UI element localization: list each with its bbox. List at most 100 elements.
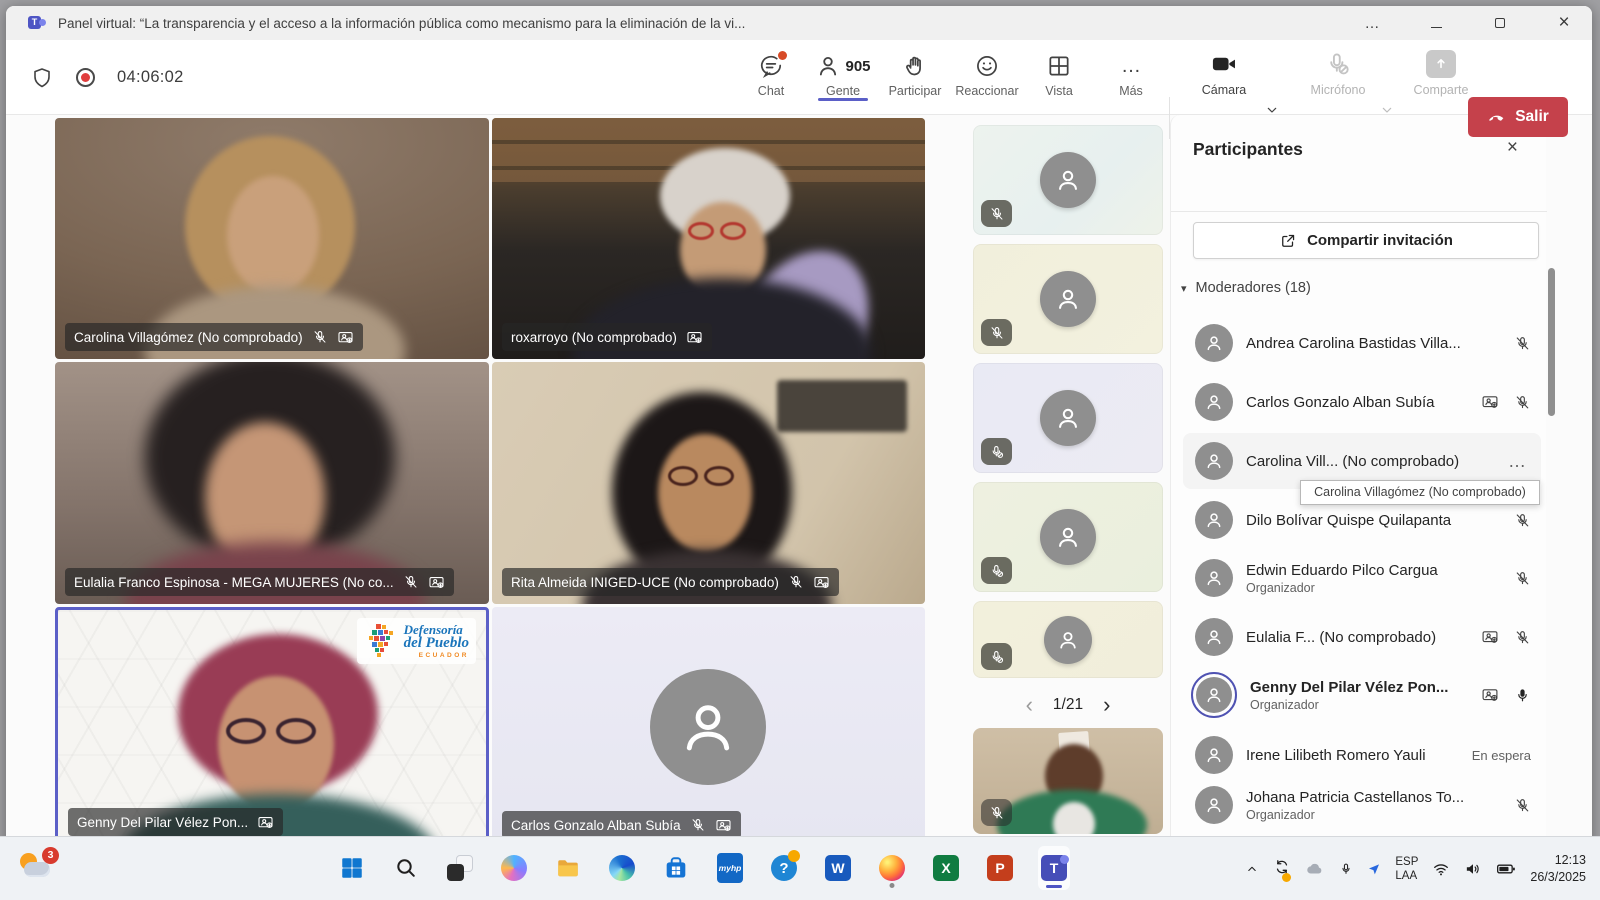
page-prev-icon[interactable]: ‹	[1026, 692, 1033, 718]
search-button[interactable]	[390, 846, 422, 890]
camera-button[interactable]: Cámara	[1191, 50, 1257, 97]
person-icon	[1204, 568, 1224, 588]
start-button[interactable]	[336, 846, 368, 890]
windows-logo-icon	[339, 855, 365, 881]
tab-chat[interactable]: Chat	[735, 48, 807, 98]
attendee-screen-icon	[686, 329, 703, 346]
excel-button[interactable]: X	[930, 846, 962, 890]
task-view-icon	[447, 855, 473, 881]
wifi-icon[interactable]	[1432, 860, 1450, 878]
defensoria-del-pueblo-logo: Defensoría del Pueblo ECUADOR	[357, 618, 476, 664]
tab-gente[interactable]: 905 Gente	[807, 48, 879, 98]
camera-chevron-icon[interactable]	[1264, 102, 1280, 118]
people-count: 905	[845, 58, 870, 75]
myhp-button[interactable]: myhp	[714, 846, 746, 890]
attendee-screen-icon	[428, 574, 445, 591]
filmstrip-tile[interactable]	[973, 125, 1163, 235]
avatar	[1195, 501, 1233, 539]
video-tile-carlos-avatar[interactable]: Carlos Gonzalo Alban Subía	[492, 607, 925, 847]
location-icon[interactable]	[1367, 862, 1381, 876]
page-next-icon[interactable]: ›	[1103, 692, 1110, 718]
raise-hand-icon	[902, 53, 928, 79]
participant-row-speaking[interactable]: Genny Del Pilar Vélez Pon... Organizador	[1183, 667, 1541, 723]
tab-vista[interactable]: Vista	[1023, 48, 1095, 98]
video-tile-eulalia[interactable]: Eulalia Franco Espinosa - MEGA MUJERES (…	[55, 362, 489, 604]
video-tile-rita[interactable]: Rita Almeida INIGED-UCE (No comprobado)	[492, 362, 925, 604]
mic-off-icon	[312, 329, 328, 345]
sync-alert-dot	[1282, 873, 1291, 882]
avatar	[1196, 677, 1232, 713]
person-icon	[1056, 628, 1080, 652]
share-button[interactable]: Comparte	[1406, 50, 1476, 97]
microphone-button[interactable]: Micrófono	[1298, 50, 1378, 97]
participant-row[interactable]: Johana Patricia Castellanos To... Organi…	[1183, 777, 1541, 833]
panel-scrollbar-thumb[interactable]	[1548, 268, 1555, 416]
tab-reaccionar[interactable]: Reaccionar	[951, 48, 1023, 98]
minimize-button[interactable]	[1422, 15, 1450, 32]
tile-name-label: Carolina Villagómez (No comprobado)	[74, 330, 303, 345]
share-invitation-button[interactable]: Compartir invitación	[1193, 222, 1539, 259]
filmstrip-tile[interactable]	[973, 601, 1163, 678]
waiting-status: En espera	[1472, 748, 1531, 763]
tile-name-label: Eulalia Franco Espinosa - MEGA MUJERES (…	[74, 575, 394, 590]
tab-mas[interactable]: … Más	[1095, 48, 1167, 98]
word-button[interactable]: W	[822, 846, 854, 890]
mic-blocked-badge	[981, 438, 1012, 465]
panel-close-icon[interactable]: ×	[1507, 137, 1518, 159]
close-button[interactable]: ×	[1550, 12, 1578, 34]
language-indicator[interactable]: ESP LAA	[1395, 855, 1418, 884]
store-button[interactable]	[660, 846, 692, 890]
edge-button[interactable]	[606, 846, 638, 890]
volume-icon[interactable]	[1464, 860, 1482, 878]
search-icon	[394, 856, 418, 880]
firefox-button[interactable]	[876, 846, 908, 890]
onedrive-cloud-icon[interactable]	[1305, 859, 1325, 879]
person-icon	[1204, 795, 1224, 815]
video-tile-genny-speaking[interactable]: Defensoría del Pueblo ECUADOR Genny Del …	[55, 607, 489, 847]
more-icon: …	[1121, 56, 1141, 76]
mic-off-badge	[981, 799, 1012, 826]
windows-taskbar: 3 myhp ? W X P T	[0, 836, 1600, 900]
participant-row[interactable]: Irene Lilibeth Romero Yauli En espera	[1183, 727, 1541, 783]
battery-icon[interactable]	[1496, 859, 1516, 879]
filmstrip-video-tile[interactable]	[973, 728, 1163, 834]
video-tile-carolina[interactable]: Carolina Villagómez (No comprobado)	[55, 118, 489, 359]
teams-taskbar-button[interactable]: T	[1038, 846, 1070, 890]
leave-button[interactable]: Salir	[1468, 97, 1568, 137]
video-tile-roxarroyo[interactable]: roxarroyo (No comprobado)	[492, 118, 925, 359]
avatar	[1195, 618, 1233, 656]
copilot-button[interactable]	[498, 846, 530, 890]
tray-mic-icon[interactable]	[1339, 862, 1353, 876]
mic-chevron-icon[interactable]	[1379, 102, 1395, 118]
firefox-icon	[879, 855, 905, 881]
title-bar[interactable]: T Panel virtual: “La transparencia y el …	[6, 6, 1592, 40]
row-more-icon[interactable]: …	[1508, 451, 1527, 472]
person-icon	[1054, 523, 1082, 551]
widgets-weather-button[interactable]: 3	[18, 849, 62, 889]
clock[interactable]: 12:13 26/3/2025	[1530, 852, 1586, 886]
participant-row[interactable]: Carlos Gonzalo Alban Subía	[1183, 374, 1541, 430]
filmstrip-tile[interactable]	[973, 363, 1163, 473]
file-explorer-button[interactable]	[552, 846, 584, 890]
speaking-ring	[1191, 672, 1237, 718]
sync-tray-button[interactable]	[1273, 858, 1291, 881]
tab-participar[interactable]: Participar	[879, 48, 951, 98]
person-icon	[1204, 392, 1224, 412]
participant-row[interactable]: Edwin Eduardo Pilco Cargua Organizador	[1183, 550, 1541, 606]
word-icon: W	[825, 855, 851, 881]
task-view-button[interactable]	[444, 846, 476, 890]
get-help-button[interactable]: ?	[768, 846, 800, 890]
name-tooltip: Carolina Villagómez (No comprobado)	[1300, 480, 1540, 505]
powerpoint-button[interactable]: P	[984, 846, 1016, 890]
maximize-button[interactable]	[1486, 15, 1514, 32]
participant-row[interactable]: Eulalia F... (No comprobado)	[1183, 609, 1541, 665]
tray-chevron-up-icon[interactable]	[1245, 862, 1259, 876]
moderators-section-header[interactable]: ▾ Moderadores (18)	[1181, 280, 1311, 296]
teams-app-icon: T	[28, 15, 46, 31]
active-tab-underline	[818, 98, 868, 101]
filmstrip-tile[interactable]	[973, 244, 1163, 354]
filmstrip-tile[interactable]	[973, 482, 1163, 592]
microsoft-store-icon	[663, 855, 689, 881]
participant-row[interactable]: Andrea Carolina Bastidas Villa...	[1183, 315, 1541, 371]
window-more-icon[interactable]: …	[1358, 15, 1386, 32]
